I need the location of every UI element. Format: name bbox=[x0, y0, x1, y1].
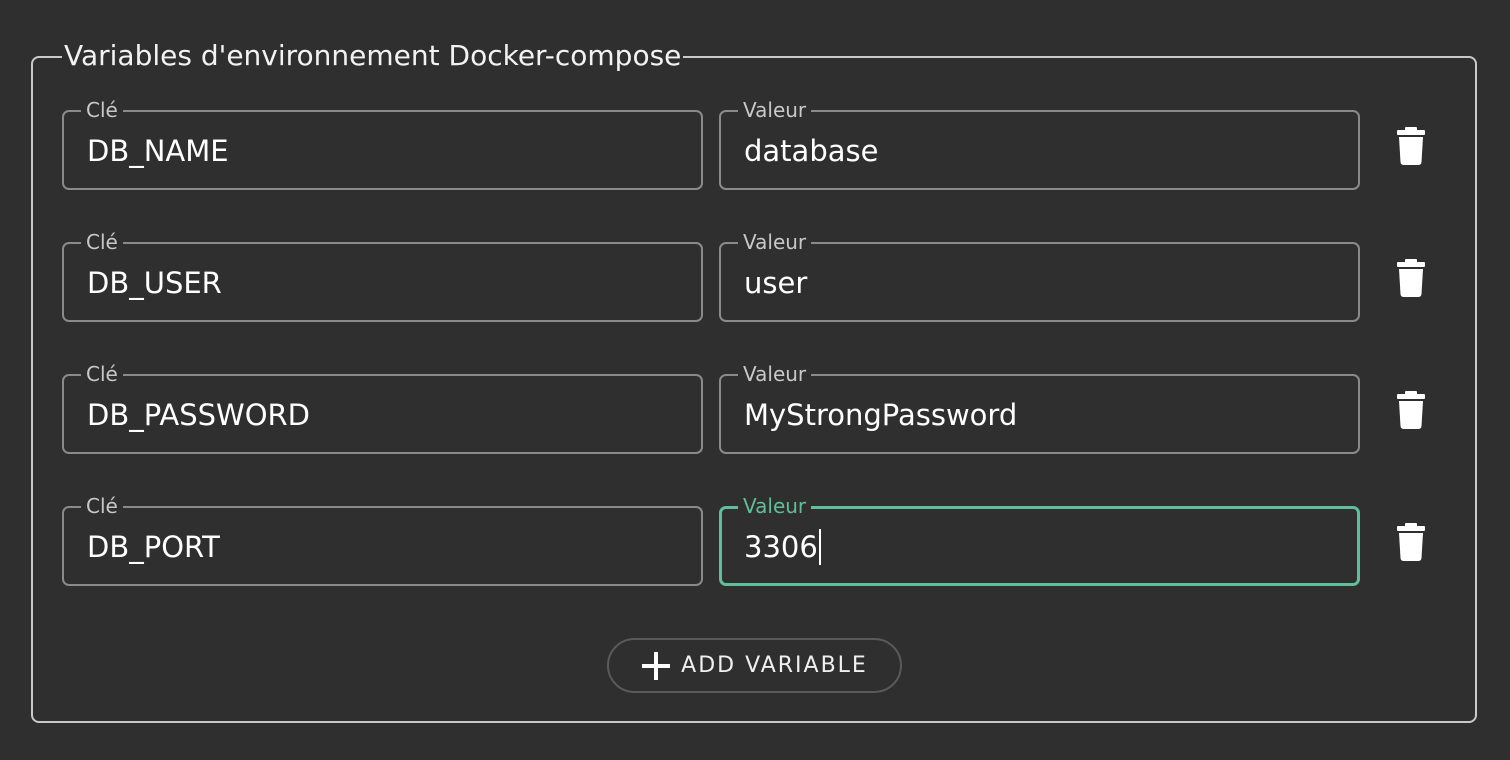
value-text: 3306 bbox=[744, 530, 818, 564]
key-field-label: Clé bbox=[81, 230, 123, 254]
value-field[interactable]: Valeur database bbox=[719, 98, 1360, 190]
value-field-value[interactable]: user bbox=[744, 264, 807, 302]
value-field[interactable]: Valeur MyStrongPassword bbox=[719, 362, 1360, 454]
key-field-value[interactable]: DB_NAME bbox=[87, 132, 229, 170]
value-field-label: Valeur bbox=[738, 230, 812, 254]
key-field-value[interactable]: DB_PORT bbox=[87, 528, 220, 566]
value-field-value[interactable]: MyStrongPassword bbox=[744, 396, 1017, 434]
key-field-label: Clé bbox=[81, 494, 123, 518]
key-field[interactable]: Clé DB_PORT bbox=[62, 494, 703, 586]
trash-icon[interactable] bbox=[1396, 523, 1426, 561]
variable-row: Clé DB_USER Valeur user bbox=[62, 230, 1442, 322]
key-field[interactable]: Clé DB_PASSWORD bbox=[62, 362, 703, 454]
text-caret bbox=[818, 529, 821, 565]
trash-icon[interactable] bbox=[1396, 259, 1426, 297]
key-field-label: Clé bbox=[81, 362, 123, 386]
variable-row: Clé DB_PORT Valeur 3306 bbox=[62, 494, 1442, 586]
key-field[interactable]: Clé DB_NAME bbox=[62, 98, 703, 190]
add-variable-button[interactable]: ADD VARIABLE bbox=[607, 638, 902, 693]
key-field-value[interactable]: DB_USER bbox=[87, 264, 222, 302]
value-field-value[interactable]: 3306 bbox=[744, 528, 821, 566]
key-field[interactable]: Clé DB_USER bbox=[62, 230, 703, 322]
trash-icon[interactable] bbox=[1396, 391, 1426, 429]
trash-icon[interactable] bbox=[1396, 127, 1426, 165]
key-field-value[interactable]: DB_PASSWORD bbox=[87, 396, 310, 434]
value-field-label: Valeur bbox=[738, 362, 812, 386]
value-field-label: Valeur bbox=[738, 98, 812, 122]
variable-row: Clé DB_NAME Valeur database bbox=[62, 98, 1442, 190]
value-field-value[interactable]: database bbox=[744, 132, 878, 170]
key-field-label: Clé bbox=[81, 98, 123, 122]
section-title: Variables d'environnement Docker-compose bbox=[62, 38, 684, 74]
value-field-focused[interactable]: Valeur 3306 bbox=[719, 494, 1360, 586]
add-variable-label: ADD VARIABLE bbox=[681, 653, 868, 678]
plus-icon bbox=[641, 651, 671, 681]
value-field[interactable]: Valeur user bbox=[719, 230, 1360, 322]
variable-row: Clé DB_PASSWORD Valeur MyStrongPassword bbox=[62, 362, 1442, 454]
value-field-label: Valeur bbox=[738, 494, 812, 518]
